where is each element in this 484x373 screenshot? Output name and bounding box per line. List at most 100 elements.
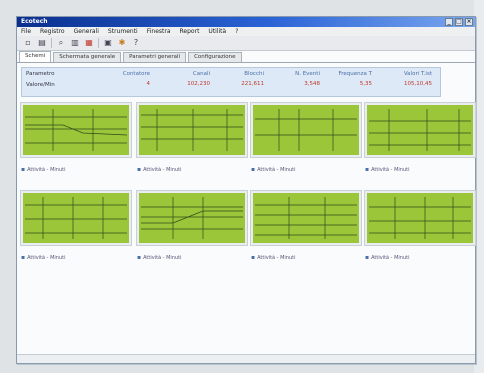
chart-lines [255,109,357,151]
chart-card[interactable]: ▪ Attività - Minuti [251,191,361,261]
chart-thumbnail[interactable] [365,103,475,157]
stat-header: Canali [192,71,210,77]
window-title: Ecotech [21,18,48,25]
stat-header: Frequenza T [338,71,373,77]
stat-header: N. Eventi [295,71,320,77]
chart-card[interactable]: ▪ Attività - Minuti [365,103,475,173]
chart-icon: ▪ [365,254,370,261]
stat-header: Valori T.ist [403,71,432,77]
stats-row-label: Valore/Min [26,82,55,88]
help-icon[interactable]: ? [131,38,141,48]
tab-schemi[interactable]: Schemi [19,51,52,62]
card-caption-text: Attività - Minuti [143,254,182,261]
app-window: Ecotech _ □ × File Registro Generali Str… [16,16,476,364]
stat-column: Frequenza T 5,35 [326,71,373,87]
tab-configurazione[interactable]: Configurazione [188,52,242,62]
stat-column: Contatore 4 [104,71,150,87]
status-bar [17,354,475,363]
stats-row-label: Parametro [26,71,55,77]
card-caption: ▪ Attività - Minuti [21,254,131,261]
stat-column: Canali 102,230 [164,71,210,87]
card-caption-text: Attività - Minuti [371,166,410,173]
menu-item-help[interactable]: ? [235,27,238,36]
stats-panel: Parametro Valore/Min Contatore 4 Canali … [21,67,441,97]
table-icon[interactable]: ▣ [103,38,113,48]
chart-thumbnail[interactable] [365,191,475,245]
card-caption: ▪ Attività - Minuti [365,254,475,261]
card-caption: ▪ Attività - Minuti [251,254,361,261]
chart-thumbnail[interactable] [21,191,131,245]
thumbnail-grid: ▪ Attività - Minuti ▪ Attività - Minuti [21,103,475,357]
menu-item-strumenti[interactable]: Strumenti [108,27,138,36]
menu-bar: File Registro Generali Strumenti Finestr… [17,27,475,36]
chart-card[interactable]: ▪ Attività - Minuti [365,191,475,261]
card-caption-text: Attività - Minuti [257,254,296,261]
card-caption: ▪ Attività - Minuti [21,166,131,173]
minimize-button[interactable]: _ [445,18,453,26]
chart-icon: ▪ [251,166,256,173]
chart-lines [141,109,243,151]
stat-header: Blocchi [244,71,264,77]
menu-item-utilita[interactable]: Utilità [208,27,226,36]
card-caption: ▪ Attività - Minuti [251,166,361,173]
chart-card[interactable]: ▪ Attività - Minuti [137,191,247,261]
toolbar-separator [98,38,99,48]
chart-icon: ▪ [21,166,26,173]
card-caption: ▪ Attività - Minuti [137,166,247,173]
menu-item-generali[interactable]: Generali [74,27,99,36]
chart-thumbnail[interactable] [137,191,247,245]
chart-icon: ▪ [137,254,142,261]
stat-value: 3,548 [304,81,320,87]
toolbar: ▫ ▤ ⌕ ▥ ▦ ▣ ✱ ? [17,36,475,51]
chart-card[interactable]: ▪ Attività - Minuti [21,191,131,261]
chart-thumbnail[interactable] [251,103,361,157]
tab-parametri-generali[interactable]: Parametri generali [123,52,187,62]
chart-card[interactable]: ▪ Attività - Minuti [251,103,361,173]
card-caption-text: Attività - Minuti [371,254,410,261]
card-caption-text: Attività - Minuti [27,166,66,173]
tab-schermata-generale[interactable]: Schermata generale [53,52,122,62]
stat-column: Blocchi 221,611 [218,71,264,87]
tab-strip: Schemi Schermata generale Parametri gene… [17,51,475,63]
chart-card[interactable]: ▪ Attività - Minuti [21,103,131,173]
toolbar-separator [51,38,52,48]
chart-thumbnail[interactable] [137,103,247,157]
card-caption: ▪ Attività - Minuti [137,254,247,261]
open-icon[interactable]: ▤ [37,38,47,48]
chart-thumbnail[interactable] [21,103,131,157]
menu-item-registro[interactable]: Registro [40,27,65,36]
window-controls: _ □ × [445,18,473,26]
card-caption-text: Attività - Minuti [27,254,66,261]
stat-value: 221,611 [241,81,264,87]
card-caption-text: Attività - Minuti [257,166,296,173]
stat-header: Contatore [122,71,150,77]
stat-value: 105,10,45 [404,81,432,87]
chart-icon: ▪ [137,166,142,173]
chart-lines [369,109,471,151]
stat-value: 5,35 [359,81,372,87]
chart-icon: ▪ [251,254,256,261]
stat-column: N. Eventi 3,548 [274,71,320,87]
menu-item-finestra[interactable]: Finestra [147,27,171,36]
print-icon[interactable]: ▥ [70,38,80,48]
new-icon[interactable]: ▫ [23,38,33,48]
chart-lines [369,197,471,239]
search-icon[interactable]: ⌕ [56,38,66,48]
title-bar: Ecotech _ □ × [17,17,475,27]
chart-card[interactable]: ▪ Attività - Minuti [137,103,247,173]
chart-thumbnail[interactable] [251,191,361,245]
stat-column: Valori T.ist 105,10,45 [378,71,432,87]
chart-lines [255,197,357,239]
card-caption-text: Attività - Minuti [143,166,182,173]
maximize-button[interactable]: □ [455,18,463,26]
chart-lines [141,197,243,239]
chart-icon[interactable]: ▦ [84,38,94,48]
close-button[interactable]: × [465,18,473,26]
chart-lines [25,197,127,239]
settings-icon[interactable]: ✱ [117,38,127,48]
stat-value: 102,230 [187,81,210,87]
stat-value: 4 [146,81,151,87]
menu-item-report[interactable]: Report [180,27,200,36]
menu-item-file[interactable]: File [21,27,31,36]
card-caption: ▪ Attività - Minuti [365,166,475,173]
